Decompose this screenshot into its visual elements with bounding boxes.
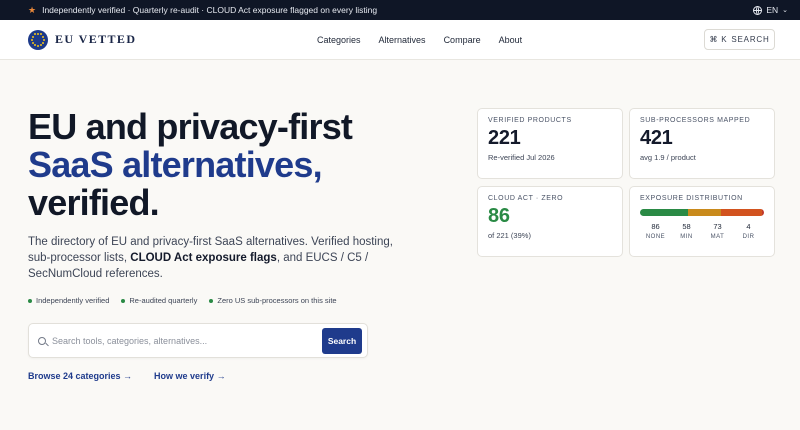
hero-title: EU and privacy-first SaaS alternatives, … (28, 106, 353, 223)
eu-star-icon (37, 44, 39, 47)
exposure-key: MIN (680, 234, 693, 240)
check-dot-icon (28, 299, 32, 304)
eu-star-icon (42, 41, 45, 44)
exposure-col-none: 86 NONE (640, 222, 671, 240)
eu-star-icon (31, 38, 33, 41)
search-icon (38, 336, 46, 345)
exposure-value: 86 (651, 222, 660, 231)
nav-categories[interactable]: Categories (317, 35, 361, 45)
language-label: EN (766, 5, 779, 15)
logo-text: EU VETTED (55, 32, 137, 46)
stat-label: SUB-PROCESSORS MAPPED (640, 117, 751, 124)
hero-title-line3: verified. (28, 182, 160, 223)
hero-search-box: Search (28, 323, 368, 358)
check-item: Independently verified (28, 296, 109, 305)
site-header: EU VETTED Categories Alternatives Compar… (0, 20, 800, 60)
stat-card-subprocessors: SUB-PROCESSORS MAPPED 421 avg 1.9 / prod… (629, 108, 775, 179)
exposure-bar (640, 209, 764, 216)
nav-about[interactable]: About (499, 35, 523, 45)
stat-value: 421 (640, 127, 673, 149)
stat-sub: avg 1.9 / product (640, 153, 696, 162)
check-dot-icon (121, 299, 126, 304)
check-item: Re-audited quarterly (121, 296, 197, 305)
eu-star-icon (42, 35, 45, 38)
eu-star-icon (43, 38, 45, 41)
check-label: Re-audited quarterly (129, 296, 198, 305)
hero-links: Browse 24 categories → How we verify → (28, 371, 226, 381)
stat-label: CLOUD ACT · ZERO (488, 195, 564, 202)
hero-search-button[interactable]: Search (322, 328, 362, 354)
main-nav: Categories Alternatives Compare About (317, 20, 522, 60)
eu-flag-icon (28, 29, 48, 50)
eu-star-icon (40, 43, 42, 46)
stat-card-cloud-act: CLOUD ACT · ZERO 86 of 221 (39%) (477, 186, 623, 257)
eu-star-icon (31, 41, 34, 44)
stat-sub: of 221 (39%) (488, 231, 531, 240)
stat-label: VERIFIED PRODUCTS (488, 117, 572, 124)
exposure-key: DIR (742, 234, 755, 240)
hero-title-line2: SaaS alternatives, (28, 144, 323, 185)
check-dot-icon (209, 299, 214, 304)
top-notice-text: Independently verified · Quarterly re-au… (42, 5, 378, 15)
language-selector[interactable]: EN ⌄ (753, 5, 788, 15)
eu-star-icon (40, 33, 42, 36)
desc-bold: CLOUD Act exposure flags (130, 252, 277, 264)
nav-compare[interactable]: Compare (444, 35, 481, 45)
stat-label: EXPOSURE DISTRIBUTION (640, 195, 743, 202)
top-notice-bar: ★ Independently verified · Quarterly re-… (0, 0, 800, 20)
stat-sub: Re-verified Jul 2026 (488, 153, 555, 162)
eu-star-icon (31, 35, 34, 38)
exposure-key: MAT (710, 234, 725, 240)
header-search-button[interactable]: ⌘ K SEARCH (704, 29, 775, 50)
exposure-col-min: 58 MIN (671, 222, 702, 240)
browse-categories-link[interactable]: Browse 24 categories → (28, 371, 132, 381)
stat-value: 86 (488, 205, 510, 227)
globe-icon (753, 5, 763, 15)
eu-star-icon (37, 32, 39, 35)
chevron-down-icon: ⌄ (782, 7, 788, 14)
stat-value: 221 (488, 127, 521, 149)
exposure-value: 4 (746, 222, 751, 231)
exposure-value: 73 (713, 222, 722, 231)
eu-star-icon (34, 43, 36, 46)
exposure-key: NONE (645, 234, 666, 240)
check-label: Independently verified (36, 296, 110, 305)
hero-description: The directory of EU and privacy-first Sa… (28, 234, 408, 282)
check-item: Zero US sub-processors on this site (209, 296, 337, 305)
exposure-col-dir: 4 DIR (733, 222, 764, 240)
exposure-segment-dir (761, 209, 764, 216)
search-label: SEARCH (731, 35, 770, 44)
site-logo[interactable]: EU VETTED (28, 29, 137, 50)
stat-card-verified: VERIFIED PRODUCTS 221 Re-verified Jul 20… (477, 108, 623, 179)
nav-alternatives[interactable]: Alternatives (379, 35, 426, 45)
trust-checks: Independently verified Re-audited quarte… (28, 296, 337, 305)
hero-search-input[interactable] (52, 335, 312, 346)
exposure-segment-min (688, 209, 721, 216)
star-icon: ★ (28, 4, 37, 15)
search-shortcut: ⌘ K (709, 35, 728, 44)
how-we-verify-link[interactable]: How we verify → (154, 371, 226, 381)
exposure-value: 58 (682, 222, 691, 231)
check-label: Zero US sub-processors on this site (217, 296, 337, 305)
hero-title-line1: EU and privacy-first (28, 106, 353, 147)
exposure-segment-mat (720, 209, 762, 216)
eu-star-icon (34, 33, 36, 36)
exposure-col-mat: 73 MAT (702, 222, 733, 240)
stat-card-exposure: EXPOSURE DISTRIBUTION 86 NONE 58 MIN 73 MAT… (629, 186, 775, 257)
exposure-legend: 86 NONE 58 MIN 73 MAT 4 DIR (640, 222, 764, 240)
exposure-segment-none (640, 209, 689, 216)
